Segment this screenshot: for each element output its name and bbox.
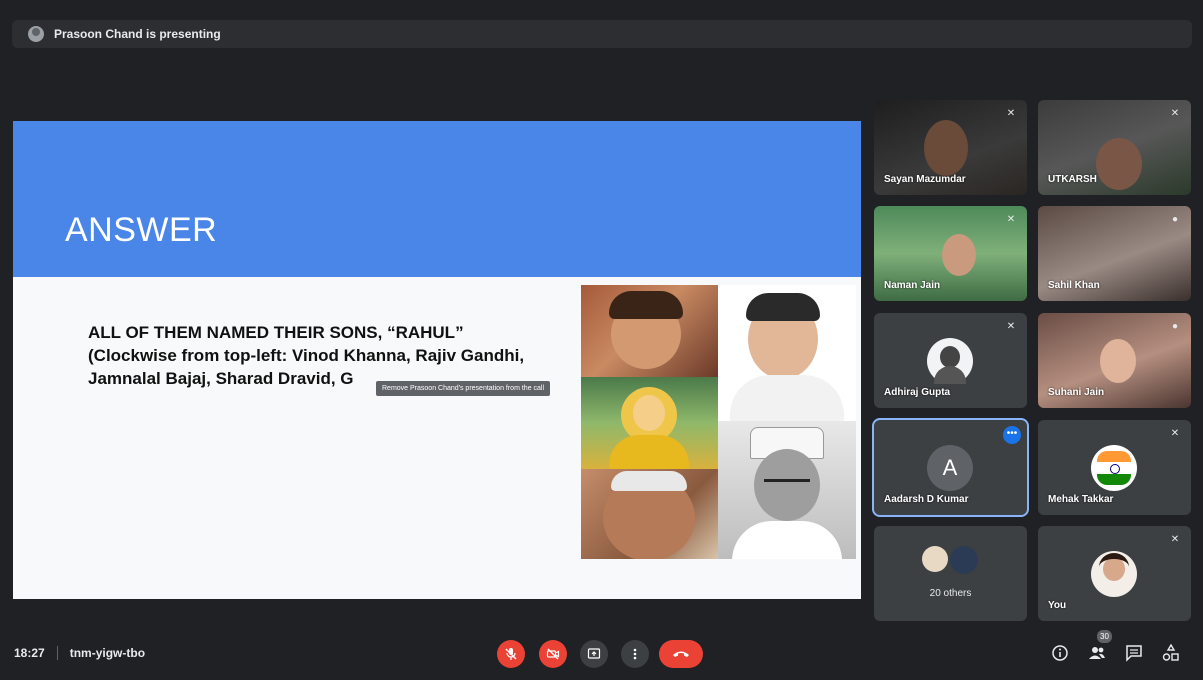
presentation-slide: ANSWER ALL OF THEM NAMED THEIR SONS, “RA… bbox=[13, 121, 861, 599]
photo-top-right bbox=[718, 285, 856, 421]
participant-name: Aadarsh D Kumar bbox=[884, 494, 969, 505]
participant-tile-sayan[interactable]: ✕ Sayan Mazumdar bbox=[874, 100, 1027, 195]
clock-time: 18:27 bbox=[14, 646, 45, 660]
avatar bbox=[950, 546, 978, 574]
avatar: A bbox=[927, 445, 973, 491]
mic-off-icon: ✕ bbox=[1006, 321, 1016, 332]
avatar bbox=[1091, 551, 1137, 597]
mic-toggle-button[interactable] bbox=[497, 640, 525, 668]
meeting-code: tnm-yigw-tbo bbox=[69, 646, 146, 660]
speaking-icon: ● bbox=[1171, 214, 1179, 225]
participant-tile-aadarsh[interactable]: A ••• Aadarsh D Kumar bbox=[872, 418, 1029, 517]
chat-icon bbox=[1126, 645, 1142, 662]
others-count: 20 others bbox=[929, 588, 972, 599]
photo-top-left bbox=[581, 285, 718, 377]
participant-tile-you[interactable]: ✕ You bbox=[1038, 526, 1191, 621]
present-now-button[interactable] bbox=[580, 640, 608, 668]
participant-tile-suhani[interactable]: ● Suhani Jain bbox=[1038, 313, 1191, 408]
avatar bbox=[927, 338, 973, 384]
camera-toggle-button[interactable] bbox=[539, 640, 567, 668]
mic-off-icon: ✕ bbox=[1170, 534, 1180, 545]
info-icon bbox=[1052, 645, 1068, 661]
photo-collage bbox=[581, 285, 856, 559]
divider bbox=[56, 646, 58, 660]
more-options-icon[interactable]: ••• bbox=[1003, 426, 1021, 444]
participant-tile-mehak[interactable]: ✕ Mehak Takkar bbox=[1038, 420, 1191, 515]
mic-off-icon bbox=[505, 648, 517, 660]
slide-header bbox=[13, 121, 861, 277]
participant-name: Suhani Jain bbox=[1048, 387, 1105, 398]
participant-name: Sahil Khan bbox=[1048, 280, 1100, 291]
presenter-avatar bbox=[28, 26, 44, 42]
show-everyone-button[interactable] bbox=[1087, 644, 1107, 664]
participant-tile-adhiraj[interactable]: ✕ Adhiraj Gupta bbox=[874, 313, 1027, 408]
mic-off-icon: ✕ bbox=[1170, 108, 1180, 119]
photo-bottom-left bbox=[581, 469, 718, 559]
participant-count-badge: 30 bbox=[1097, 630, 1112, 643]
speaking-icon: ● bbox=[1171, 321, 1179, 332]
presenting-banner: Prasoon Chand is presenting bbox=[12, 20, 1192, 48]
activities-button[interactable] bbox=[1161, 643, 1181, 664]
avatar bbox=[1091, 445, 1137, 491]
presenting-text: Prasoon Chand is presenting bbox=[54, 27, 221, 41]
participant-tile-sahil[interactable]: ● Sahil Khan bbox=[1038, 206, 1191, 301]
end-call-icon bbox=[673, 651, 689, 657]
others-tile[interactable]: 20 others bbox=[874, 526, 1027, 621]
remove-presentation-tooltip: Remove Prasoon Chand's presentation from… bbox=[376, 381, 551, 396]
people-icon bbox=[1089, 647, 1105, 659]
more-icon bbox=[633, 648, 637, 660]
participant-name: UTKARSH bbox=[1048, 174, 1097, 185]
leave-call-button[interactable] bbox=[659, 640, 703, 668]
participant-name: Sayan Mazumdar bbox=[884, 174, 966, 185]
activities-icon bbox=[1162, 643, 1179, 661]
participant-name: You bbox=[1048, 600, 1067, 611]
camera-off-icon bbox=[546, 648, 560, 660]
participant-tile-utkarsh[interactable]: ✕ UTKARSH bbox=[1038, 100, 1191, 195]
mic-off-icon: ✕ bbox=[1170, 428, 1180, 439]
participant-name: Mehak Takkar bbox=[1048, 494, 1114, 505]
mic-off-icon: ✕ bbox=[1006, 108, 1016, 119]
meeting-details-button[interactable] bbox=[1050, 644, 1070, 664]
more-options-button[interactable] bbox=[621, 640, 649, 668]
avatar bbox=[922, 546, 948, 572]
mic-off-icon: ✕ bbox=[1006, 214, 1016, 225]
photo-bottom-right bbox=[718, 421, 856, 559]
chat-button[interactable] bbox=[1124, 644, 1144, 664]
slide-body-text: ALL OF THEM NAMED THEIR SONS, “RAHUL” (C… bbox=[88, 323, 525, 388]
present-icon bbox=[587, 648, 601, 659]
photo-middle-left bbox=[581, 377, 718, 469]
meeting-info: 18:27 tnm-yigw-tbo bbox=[14, 646, 145, 660]
slide-title: ANSWER bbox=[65, 211, 218, 249]
participant-name: Naman Jain bbox=[884, 280, 941, 291]
participant-tile-naman[interactable]: ✕ Naman Jain bbox=[874, 206, 1027, 301]
participant-name: Adhiraj Gupta bbox=[884, 387, 951, 398]
